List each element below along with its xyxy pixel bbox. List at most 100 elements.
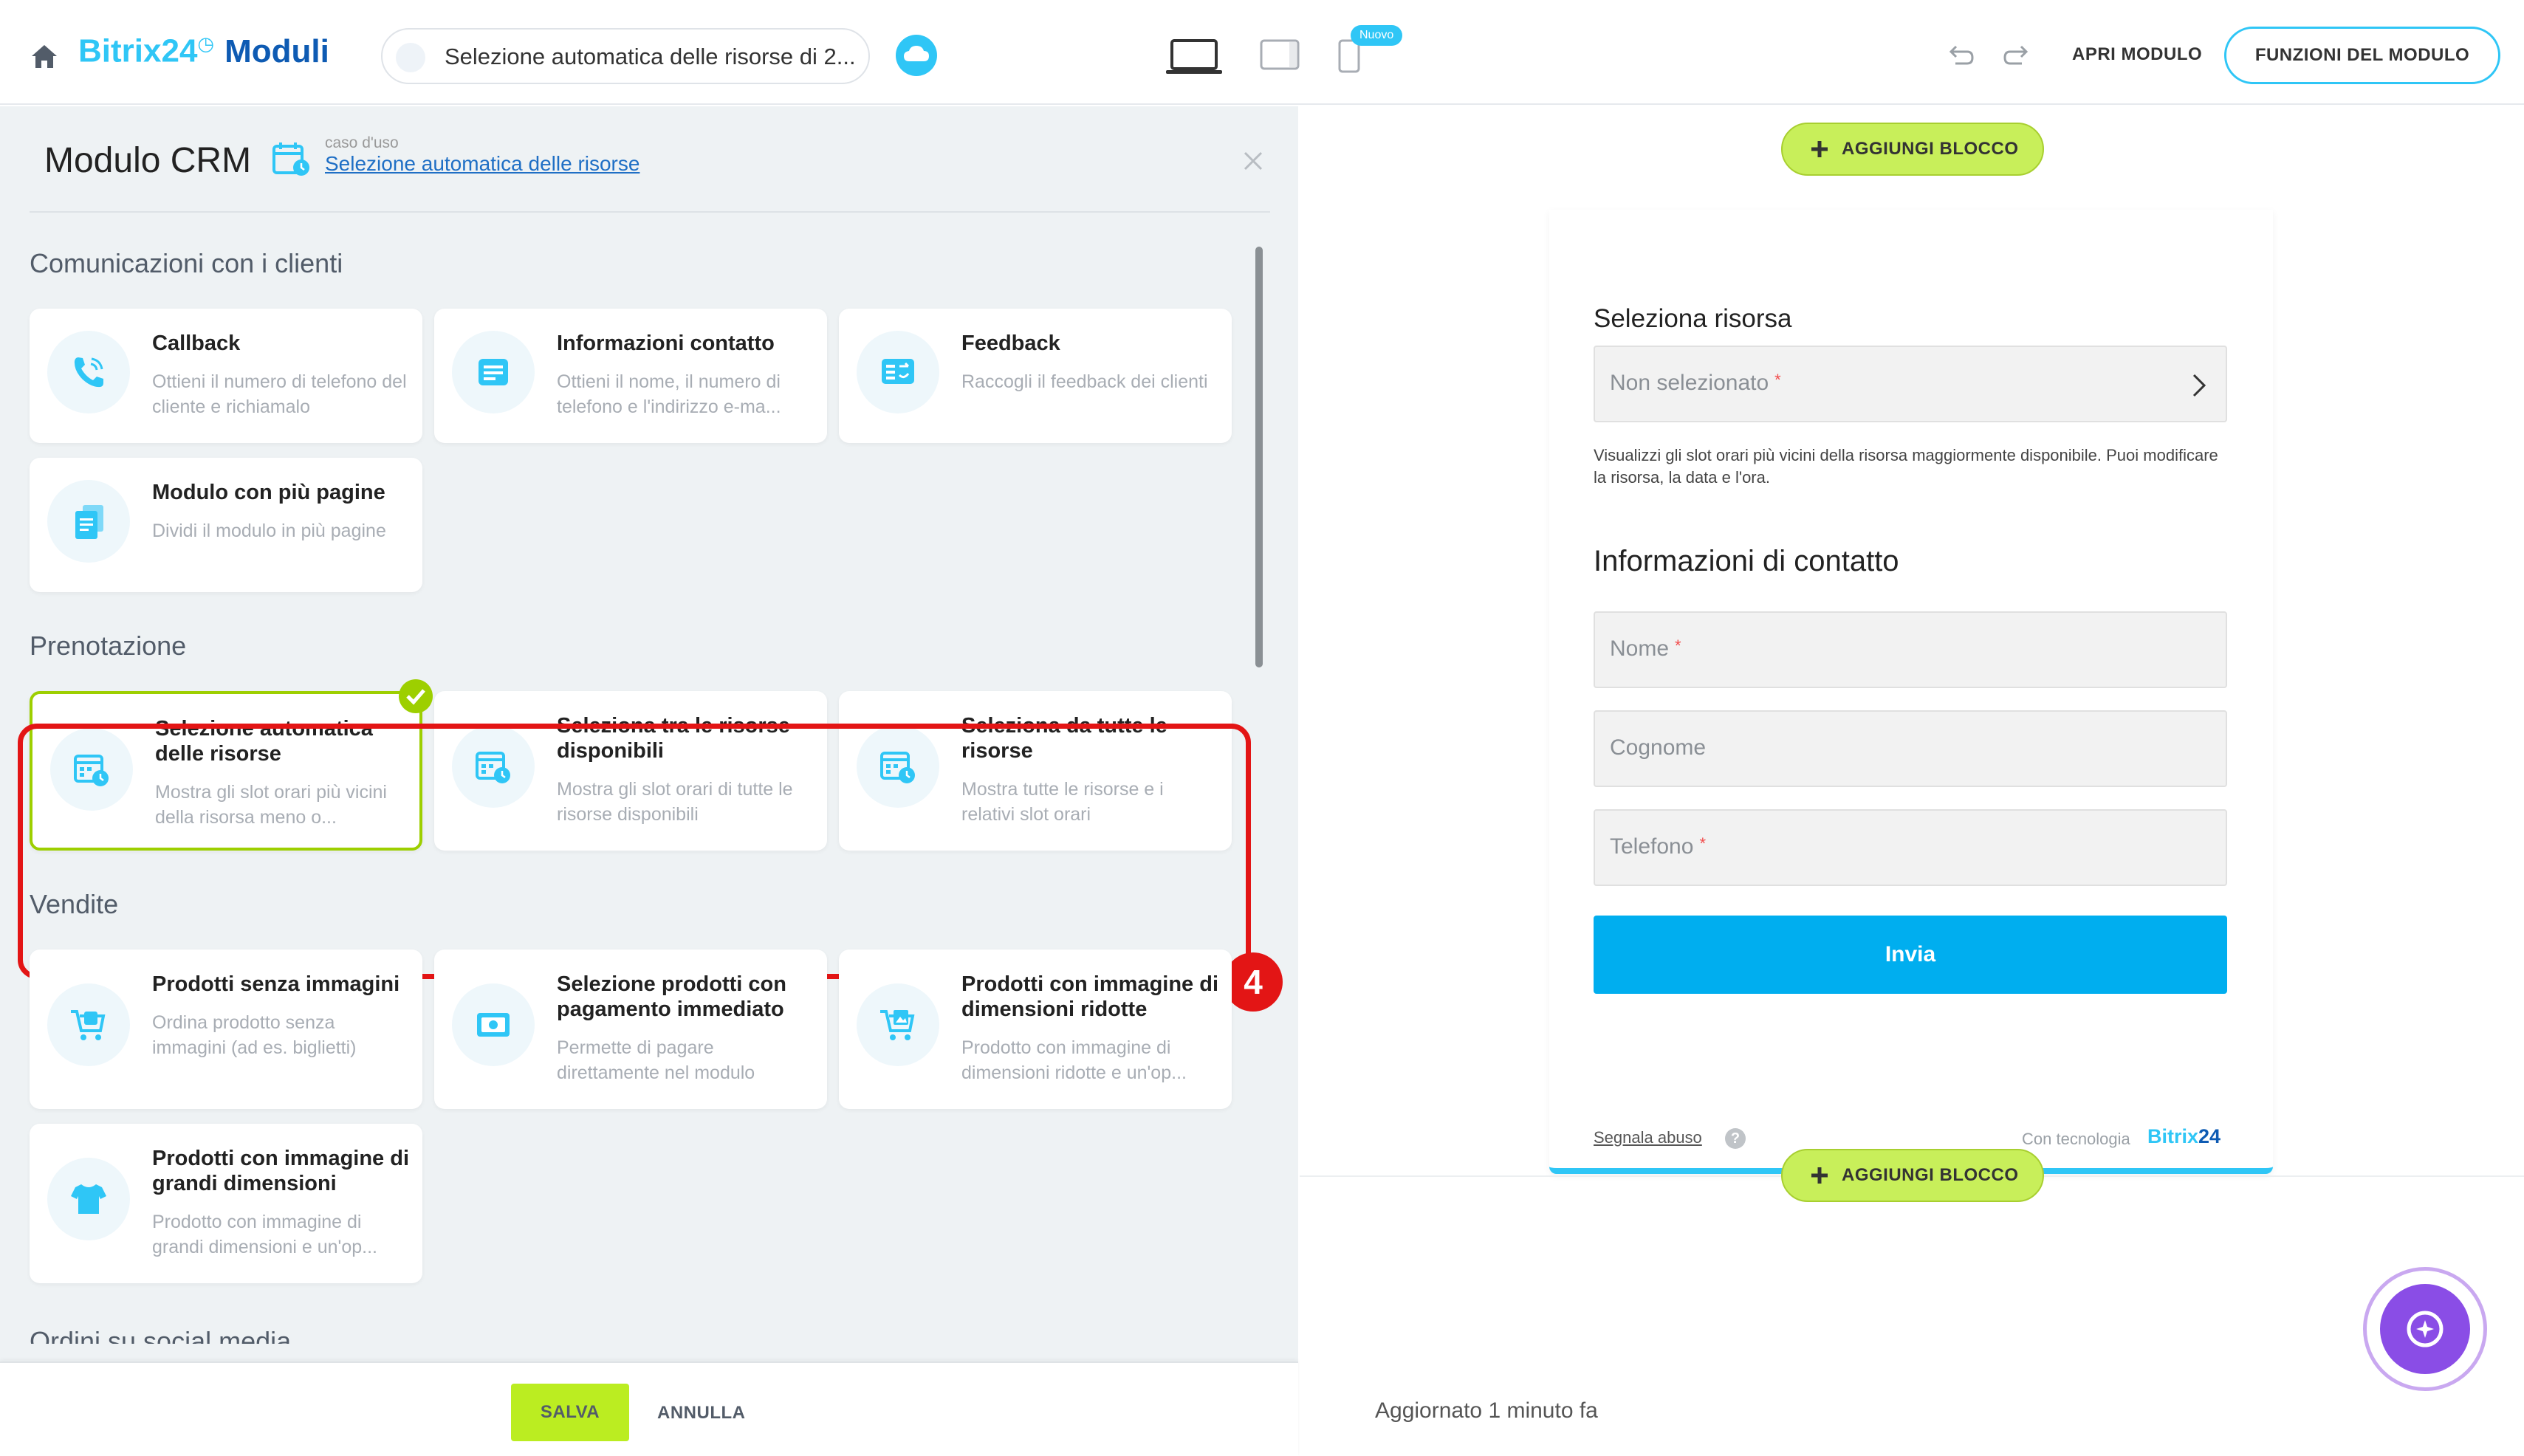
card-title: Selezione prodotti con pagamento immedia…	[557, 972, 786, 1021]
panel-title: Modulo CRM	[44, 141, 252, 180]
phone-placeholder: Telefono	[1610, 834, 1694, 859]
section-heading-sales: Vendite	[30, 889, 119, 919]
card-description: Prodotto con immagine di dimensioni rido…	[961, 1037, 1187, 1083]
redo-icon[interactable]	[2003, 41, 2032, 68]
card-description: Prodotto con immagine di grandi dimensio…	[152, 1212, 377, 1257]
card-icon-bg	[47, 480, 130, 563]
card-icon-bg	[47, 983, 130, 1066]
card-description: Ottieni il numero di telefono del client…	[152, 371, 407, 417]
undo-icon[interactable]	[1945, 41, 1975, 68]
section-heading-booking: Prenotazione	[30, 631, 187, 661]
first-name-field[interactable]: Nome *	[1594, 611, 2227, 688]
card-icon-bg	[47, 1158, 130, 1240]
card-icon-bg	[47, 331, 130, 413]
card-contact-info[interactable]: Informazioni contatto Ottieni il nome, i…	[434, 309, 827, 443]
pages-icon	[75, 505, 103, 539]
card-description: Dividi il modulo in più pagine	[152, 521, 386, 541]
chevron-right-icon	[2192, 374, 2206, 397]
add-block-label: AGGIUNGI BLOCCO	[1842, 139, 2019, 159]
card-title: Callback	[152, 332, 241, 355]
card-title: Prodotti con immagine di grandi dimensio…	[152, 1147, 410, 1195]
required-mark: *	[1699, 834, 1706, 853]
help-icon[interactable]: ?	[1725, 1128, 1746, 1149]
phone-field[interactable]: Telefono *	[1594, 809, 2227, 886]
card-title: Informazioni contatto	[557, 332, 775, 355]
card-callback[interactable]: Callback Ottieni il numero di telefono d…	[30, 309, 422, 443]
phone-placeholder-wrap: Telefono *	[1610, 834, 1706, 859]
resource-select[interactable]: Non selezionato *	[1594, 346, 2227, 422]
cloud-save-button[interactable]	[896, 35, 937, 76]
section-heading-communications: Comunicazioni con i clienti	[30, 248, 343, 278]
contact-form-icon	[479, 359, 508, 385]
save-button[interactable]: SALVA	[511, 1384, 629, 1441]
card-title: Feedback	[961, 332, 1060, 355]
submit-button[interactable]: Invia	[1594, 916, 2227, 994]
last-name-placeholder: Cognome	[1610, 735, 1707, 760]
card-title: Prodotti senza immagini	[152, 972, 400, 996]
last-name-field[interactable]: Cognome	[1594, 710, 2227, 787]
card-title: Modulo con più pagine	[152, 481, 385, 504]
resource-placeholder: Non selezionato	[1610, 371, 1769, 395]
copilot-bg	[2380, 1284, 2470, 1374]
form-functions-button[interactable]: FUNZIONI DEL MODULO	[2224, 27, 2500, 84]
card-icon-bg	[452, 331, 535, 413]
resource-placeholder-wrap: Non selezionato *	[1610, 371, 1781, 396]
report-abuse-link[interactable]: Segnala abuso	[1594, 1128, 1702, 1147]
required-mark: *	[1675, 636, 1681, 655]
panel-footer: SALVA ANNULLA	[0, 1361, 1298, 1456]
panel-scrollbar[interactable]	[1255, 247, 1263, 667]
card-feedback[interactable]: Feedback Raccogli il feedback dei client…	[839, 309, 1232, 443]
brand-clock-icon: ◷	[197, 32, 215, 55]
section-heading-social-orders: Ordini su social media	[30, 1326, 292, 1344]
brand-logo[interactable]: Bitrix24◷ Moduli	[78, 32, 329, 70]
desktop-view-icon[interactable]	[1165, 38, 1223, 75]
copilot-icon	[2407, 1311, 2444, 1347]
cloud-icon	[904, 46, 929, 61]
card-products-small-image[interactable]: Prodotti con immagine di dimensioni rido…	[839, 950, 1232, 1109]
card-products-no-images[interactable]: Prodotti senza immagini Ordina prodotto …	[30, 950, 422, 1109]
use-case-label: caso d'uso	[325, 134, 399, 151]
close-icon[interactable]	[1243, 151, 1263, 171]
card-icon-bg	[857, 331, 939, 413]
copilot-button[interactable]	[2363, 1267, 2487, 1391]
powered-by-label: Con tecnologia	[2022, 1130, 2130, 1148]
brand-product: Moduli	[224, 32, 329, 69]
first-name-placeholder-wrap: Nome *	[1610, 636, 1681, 662]
card-description: Ordina prodotto senza immagini (ad es. b…	[152, 1012, 357, 1058]
powered-brand-name: Bitrix	[2147, 1125, 2199, 1147]
plus-icon	[1811, 1167, 1828, 1184]
card-description: Permette di pagare direttamente nel modu…	[557, 1037, 755, 1083]
tablet-view-icon[interactable]	[1260, 39, 1300, 70]
plus-icon	[1811, 141, 1828, 157]
card-icon-bg	[452, 983, 535, 1066]
card-description: Raccogli il feedback dei clienti	[961, 371, 1208, 392]
new-badge: Nuovo	[1351, 25, 1403, 46]
add-block-button-bottom[interactable]: AGGIUNGI BLOCCO	[1781, 1149, 2044, 1202]
cancel-button[interactable]: ANNULLA	[657, 1403, 745, 1424]
open-form-button[interactable]: APRI MODULO	[2072, 44, 2202, 65]
phone-icon	[74, 357, 103, 388]
card-multipage[interactable]: Modulo con più pagine Dividi il modulo i…	[30, 458, 422, 592]
card-title: Prodotti con immagine di dimensioni rido…	[961, 972, 1219, 1021]
form-card: Seleziona risorsa Non selezionato * Visua…	[1549, 210, 2273, 1174]
top-bar: Bitrix24◷ Moduli Selezione automatica del…	[0, 0, 2524, 105]
home-icon[interactable]	[30, 43, 59, 69]
tshirt-icon	[71, 1184, 106, 1214]
required-mark: *	[1774, 371, 1781, 389]
card-products-instant-payment[interactable]: Selezione prodotti con pagamento immedia…	[434, 950, 827, 1109]
payment-icon	[477, 1013, 510, 1037]
highlight-frame	[18, 724, 1251, 979]
form-name-selector[interactable]: Selezione automatica delle risorse di 2.…	[381, 28, 870, 84]
annotation-badge: 4	[1224, 952, 1283, 1012]
last-updated-status: Aggiornato 1 minuto fa	[1375, 1398, 1598, 1423]
use-case-link[interactable]: Selezione automatica delle risorse	[325, 152, 639, 176]
brand-name: Bitrix24	[78, 32, 198, 69]
use-case-calendar-icon	[272, 142, 309, 176]
powered-brand-number: 24	[2198, 1125, 2221, 1147]
contact-heading: Informazioni di contatto	[1594, 545, 1899, 577]
powered-by-brand[interactable]: Bitrix24	[2147, 1125, 2220, 1148]
selected-check-icon	[399, 679, 433, 713]
add-block-button-top[interactable]: AGGIUNGI BLOCCO	[1781, 123, 2044, 176]
card-products-large-image[interactable]: Prodotti con immagine di grandi dimensio…	[30, 1124, 422, 1283]
card-icon-bg	[857, 983, 939, 1066]
